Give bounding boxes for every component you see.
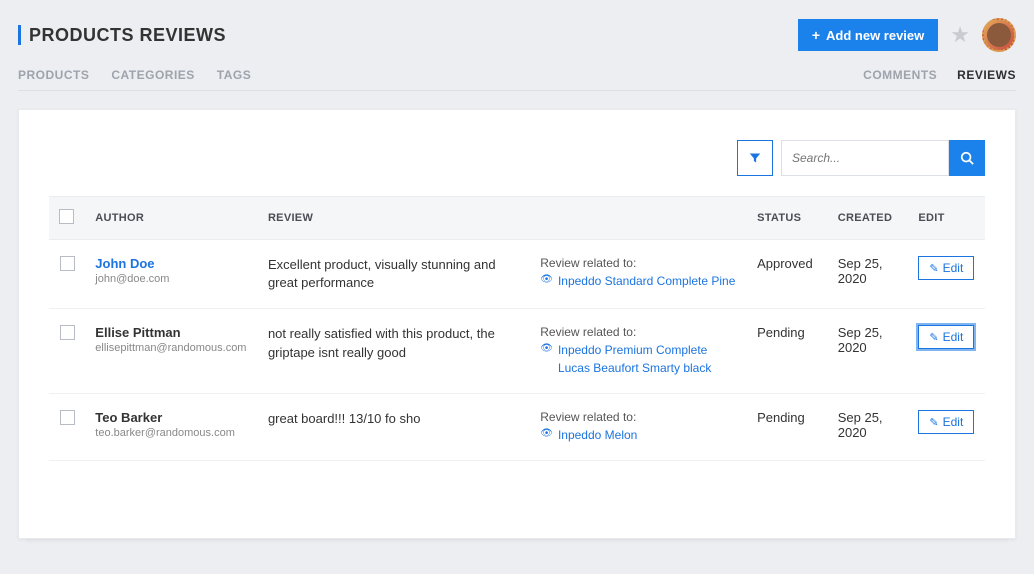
funnel-icon <box>749 152 761 164</box>
author-name[interactable]: John Doe <box>95 256 248 271</box>
status-text: Pending <box>757 325 818 340</box>
header-edit: EDIT <box>908 197 985 240</box>
related-label: Review related to: <box>540 410 737 424</box>
pencil-icon: ✎ <box>929 262 938 275</box>
reviews-table: AUTHOR REVIEW STATUS CREATED EDIT John D… <box>49 196 985 461</box>
edit-label: Edit <box>943 330 964 344</box>
left-nav: PRODUCTS CATEGORIES TAGS <box>18 68 251 82</box>
author-email: john@doe.com <box>95 273 248 285</box>
edit-label: Edit <box>943 415 964 429</box>
status-text: Pending <box>757 410 818 425</box>
tab-categories[interactable]: CATEGORIES <box>111 68 194 82</box>
related-product-name: Inpeddo Premium Complete Lucas Beaufort … <box>558 341 737 377</box>
right-nav: COMMENTS REVIEWS <box>863 68 1016 82</box>
add-review-button[interactable]: + Add new review <box>798 19 938 51</box>
author-email: ellisepittman@randomous.com <box>95 342 248 354</box>
edit-button[interactable]: ✎ Edit <box>918 256 974 280</box>
table-row: Teo Barker teo.barker@randomous.com great … <box>49 394 985 461</box>
tab-comments[interactable]: COMMENTS <box>863 68 937 82</box>
related-label: Review related to: <box>540 325 737 339</box>
related-product-name: Inpeddo Melon <box>558 426 637 444</box>
row-checkbox[interactable] <box>60 410 75 425</box>
row-checkbox[interactable] <box>60 256 75 271</box>
pencil-icon: ✎ <box>929 331 938 344</box>
page-title: PRODUCTS REVIEWS <box>29 25 226 46</box>
user-avatar[interactable] <box>982 18 1016 52</box>
related-product-link[interactable]: 👁 Inpeddo Melon <box>540 426 737 444</box>
eye-icon: 👁 <box>540 272 553 290</box>
related-product-name: Inpeddo Standard Complete Pine <box>558 272 735 290</box>
title-accent-bar <box>18 25 21 45</box>
edit-label: Edit <box>943 261 964 275</box>
tab-products[interactable]: PRODUCTS <box>18 68 89 82</box>
created-date: Sep 25, 2020 <box>838 256 899 286</box>
table-row: Ellise Pittman ellisepittman@randomous.co… <box>49 309 985 394</box>
review-text: not really satisfied with this product, … <box>268 325 520 361</box>
status-text: Approved <box>757 256 818 271</box>
search-input[interactable] <box>781 140 949 176</box>
eye-icon: 👁 <box>540 426 553 444</box>
select-all-checkbox[interactable] <box>59 209 74 224</box>
add-review-label: Add new review <box>826 28 924 43</box>
table-row: John Doe john@doe.com Excellent product, v… <box>49 240 985 309</box>
favorite-star-icon[interactable]: ★ <box>950 22 970 48</box>
tab-tags[interactable]: TAGS <box>217 68 251 82</box>
filter-button[interactable] <box>737 140 773 176</box>
eye-icon: 👁 <box>540 341 553 377</box>
author-name: Teo Barker <box>95 410 248 425</box>
header-status: STATUS <box>747 197 828 240</box>
author-email: teo.barker@randomous.com <box>95 427 248 439</box>
review-text: Excellent product, visually stunning and… <box>268 256 520 292</box>
related-product-link[interactable]: 👁Inpeddo Premium Complete Lucas Beaufort… <box>540 341 737 377</box>
created-date: Sep 25, 2020 <box>838 410 899 440</box>
search-icon <box>960 151 974 165</box>
search-button[interactable] <box>949 140 985 176</box>
edit-button[interactable]: ✎ Edit <box>918 410 974 434</box>
edit-button[interactable]: ✎ Edit <box>918 325 974 349</box>
created-date: Sep 25, 2020 <box>838 325 899 355</box>
pencil-icon: ✎ <box>929 416 938 429</box>
row-checkbox[interactable] <box>60 325 75 340</box>
plus-icon: + <box>812 27 820 43</box>
author-name: Ellise Pittman <box>95 325 248 340</box>
tab-reviews[interactable]: REVIEWS <box>957 68 1016 82</box>
header-review: REVIEW <box>258 197 530 240</box>
header-author: AUTHOR <box>85 197 258 240</box>
header-created: CREATED <box>828 197 909 240</box>
related-product-link[interactable]: 👁 Inpeddo Standard Complete Pine <box>540 272 737 290</box>
related-label: Review related to: <box>540 256 737 270</box>
review-text: great board!!! 13/10 fo sho <box>268 410 520 428</box>
reviews-panel: AUTHOR REVIEW STATUS CREATED EDIT John D… <box>18 109 1016 539</box>
